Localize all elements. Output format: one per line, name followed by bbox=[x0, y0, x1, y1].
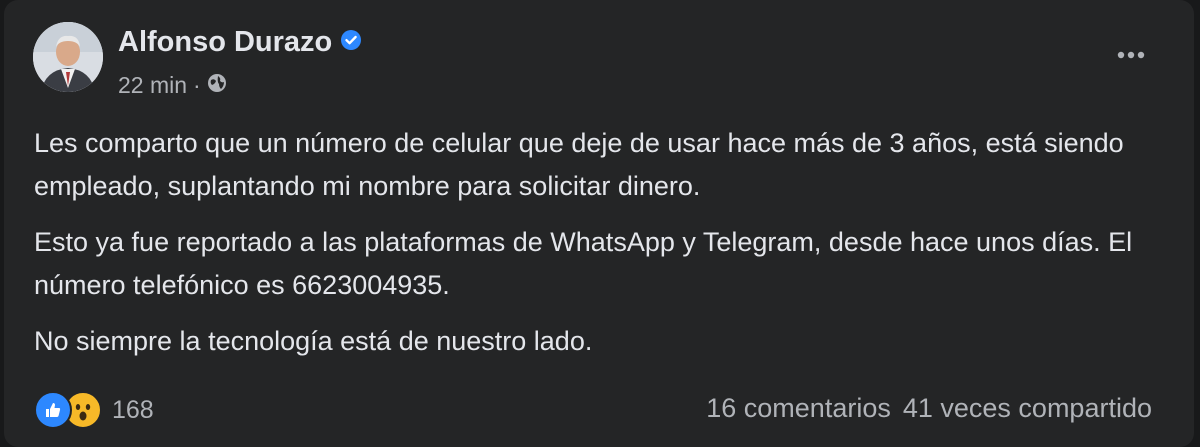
post-body: Les comparto que un número de celular qu… bbox=[34, 122, 1184, 376]
post-meta: 22 min · bbox=[118, 72, 227, 99]
more-options-icon[interactable] bbox=[1114, 38, 1148, 72]
verified-badge-icon bbox=[340, 29, 362, 56]
shares-count-link[interactable]: 41 veces compartido bbox=[903, 393, 1152, 424]
like-reaction-icon bbox=[34, 391, 72, 429]
post-paragraph-2: Esto ya fue reportado a las plataformas … bbox=[34, 227, 1133, 300]
author-row: Alfonso Durazo bbox=[118, 26, 362, 59]
post-paragraph-3: No siempre la tecnología está de nuestro… bbox=[34, 326, 593, 356]
post-card: Alfonso Durazo 22 min · Les comparto que… bbox=[4, 0, 1194, 447]
reactions-summary[interactable]: 168 bbox=[34, 391, 154, 429]
post-paragraph-1: Les comparto que un número de celular qu… bbox=[34, 128, 1124, 201]
author-name[interactable]: Alfonso Durazo bbox=[118, 26, 332, 59]
globe-icon[interactable] bbox=[207, 72, 227, 99]
reactions-count: 168 bbox=[112, 395, 154, 424]
meta-separator: · bbox=[193, 72, 201, 98]
post-time[interactable]: 22 min bbox=[118, 72, 187, 99]
avatar[interactable] bbox=[33, 22, 103, 92]
engagement-stats: 16 comentarios 41 veces compartido bbox=[706, 393, 1152, 424]
comments-count-link[interactable]: 16 comentarios bbox=[706, 393, 891, 424]
